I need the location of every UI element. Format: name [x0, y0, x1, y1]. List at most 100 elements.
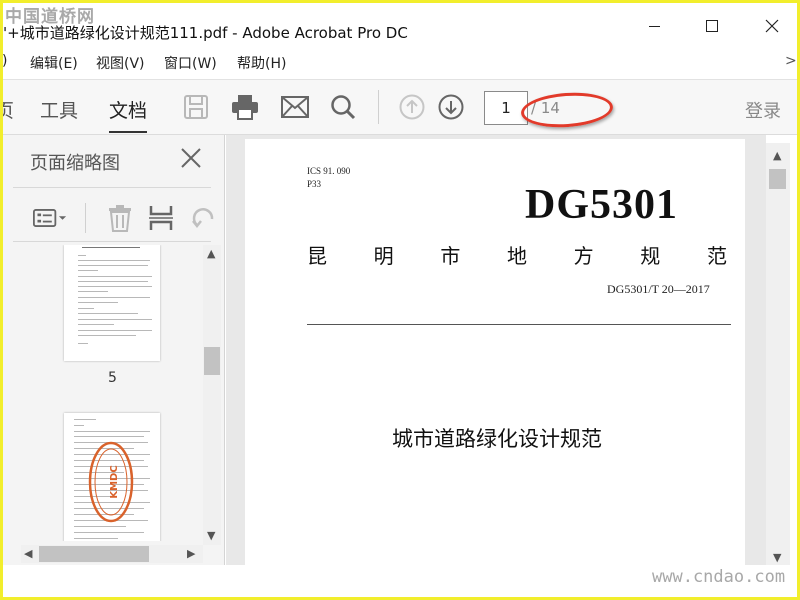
minimize-button[interactable]	[631, 13, 677, 39]
thumbnail-text-line	[78, 308, 94, 309]
svg-text:KMDC: KMDC	[109, 465, 120, 498]
thumbnail-text-line	[74, 532, 144, 533]
thumbnail-text-line	[78, 335, 136, 336]
scroll-left-icon[interactable]: ◀	[24, 547, 32, 560]
maximize-icon	[706, 20, 718, 32]
thumbnail-text-line	[78, 265, 148, 266]
email-icon	[281, 96, 309, 118]
thumbnail-text-line	[78, 302, 118, 303]
doc-ics-line: ICS 91. 090	[307, 166, 351, 176]
scroll-up-icon[interactable]: ▲	[207, 247, 215, 260]
extract-page-icon	[149, 206, 173, 230]
search-button[interactable]	[328, 93, 358, 121]
rotate-page-button[interactable]	[186, 203, 220, 233]
thumbnail-text-line	[78, 260, 150, 261]
doc-standard-char: 范	[706, 244, 727, 268]
scroll-right-icon[interactable]: ▶	[187, 547, 195, 560]
thumbnail-text-line	[74, 538, 118, 539]
doc-classification-line: P33	[307, 179, 322, 189]
thumbnail-text-line	[78, 286, 152, 287]
document-vertical-scrollbar[interactable]: ▲ ▼	[766, 143, 790, 567]
page-thumbnail[interactable]	[64, 245, 160, 361]
panel-separator	[85, 203, 86, 233]
thumbnail-text-line	[82, 247, 140, 248]
thumbnail-options-button[interactable]	[33, 203, 67, 233]
save-icon	[184, 95, 208, 119]
scrollbar-thumb[interactable]	[39, 546, 149, 562]
page-thumbnails-panel: 页面缩略图 5 KMDC ▲ ▼ ◀ ▶	[3, 135, 225, 565]
delete-page-button[interactable]	[103, 203, 137, 233]
thumbnail-text-line	[78, 281, 148, 282]
thumbnail-text-line	[74, 431, 150, 432]
extract-page-button[interactable]	[144, 203, 178, 233]
minimize-icon	[648, 25, 660, 27]
doc-standard-code: DG5301	[525, 182, 678, 228]
doc-rule-line	[307, 324, 731, 325]
thumbnail-list: 5 KMDC	[13, 245, 201, 541]
doc-standard-char: 地	[506, 244, 527, 268]
next-page-icon	[438, 94, 464, 120]
doc-standard-type: 昆 明 市 地 方 规 范	[307, 240, 727, 269]
menu-edit[interactable]: 编辑(E)	[30, 53, 78, 73]
thumbnail-text-line	[78, 319, 152, 320]
doc-standard-char: 市	[440, 244, 461, 268]
thumbnail-text-line	[78, 276, 152, 277]
previous-page-icon	[399, 94, 425, 120]
menu-view[interactable]: 视图(V)	[96, 53, 145, 73]
tab-home-partial[interactable]: 页	[3, 96, 14, 123]
thumbnail-text-line	[78, 255, 86, 256]
menu-bar: ) 编辑(E) 视图(V) 窗口(W) 帮助(H) >	[3, 51, 797, 75]
rotate-page-icon	[192, 208, 214, 229]
window-title: '+城市道路绿化设计规范111.pdf - Adobe Acrobat Pro …	[3, 24, 408, 42]
thumbnail-text-line	[78, 330, 152, 331]
divider	[13, 241, 211, 242]
scrollbar-thumb[interactable]	[204, 347, 220, 375]
tab-document[interactable]: 文档	[109, 96, 148, 133]
menu-window[interactable]: 窗口(W)	[164, 53, 217, 73]
close-window-button[interactable]	[749, 13, 795, 39]
search-icon	[331, 95, 356, 120]
close-icon	[765, 19, 779, 33]
seal-stamp: KMDC	[88, 441, 134, 523]
divider	[13, 187, 211, 188]
next-page-button[interactable]	[436, 93, 466, 121]
close-icon	[181, 148, 201, 168]
save-button[interactable]	[181, 93, 211, 121]
print-button[interactable]	[230, 93, 260, 121]
thumbnail-vertical-scrollbar[interactable]: ▲ ▼	[203, 245, 221, 545]
thumbnail-text-line	[78, 297, 150, 298]
thumbnail-text-line	[74, 419, 96, 420]
thumbnail-text-line	[78, 324, 114, 325]
document-page: ICS 91. 090 P33 DG5301 昆 明 市 地 方 规 范 DG5…	[245, 139, 745, 565]
title-bar: 中国道桥网 '+城市道路绿化设计规范111.pdf - Adobe Acroba…	[3, 3, 797, 43]
scrollbar-thumb[interactable]	[769, 169, 786, 189]
email-button[interactable]	[280, 93, 310, 121]
scroll-up-icon[interactable]: ▲	[773, 149, 781, 162]
menu-file-partial[interactable]: )	[3, 53, 7, 69]
scroll-down-icon[interactable]: ▼	[207, 529, 215, 542]
signin-button[interactable]: 登录	[745, 97, 781, 123]
menu-help[interactable]: 帮助(H)	[237, 53, 286, 73]
thumbnail-text-line	[78, 291, 108, 292]
thumbnail-text-line	[74, 425, 84, 426]
panel-toolbar	[3, 195, 225, 239]
tab-tools[interactable]: 工具	[40, 96, 78, 123]
delete-page-icon	[109, 205, 131, 232]
panel-title: 页面缩略图	[30, 153, 120, 174]
doc-standard-char: 明	[373, 244, 394, 268]
toolbar: 页 工具 文档 1 / 14 登录	[3, 79, 797, 135]
thumbnail-horizontal-scrollbar[interactable]: ◀ ▶	[21, 545, 203, 563]
document-view: ICS 91. 090 P33 DG5301 昆 明 市 地 方 规 范 DG5…	[226, 135, 766, 565]
page-thumbnail[interactable]: KMDC	[64, 413, 160, 541]
doc-standard-number: DG5301/T 20—2017	[607, 282, 710, 296]
menu-overflow[interactable]: >	[785, 53, 797, 69]
thumbnail-options-icon	[33, 209, 67, 227]
scroll-down-icon[interactable]: ▼	[773, 551, 781, 564]
thumbnail-text-line	[74, 436, 144, 437]
maximize-button[interactable]	[689, 13, 735, 39]
thumbnail-text-line	[78, 270, 98, 271]
doc-standard-char: 规	[640, 244, 661, 268]
watermark-url: www.cndao.com	[652, 567, 786, 587]
panel-close-button[interactable]	[178, 145, 204, 171]
previous-page-button[interactable]	[397, 93, 427, 121]
